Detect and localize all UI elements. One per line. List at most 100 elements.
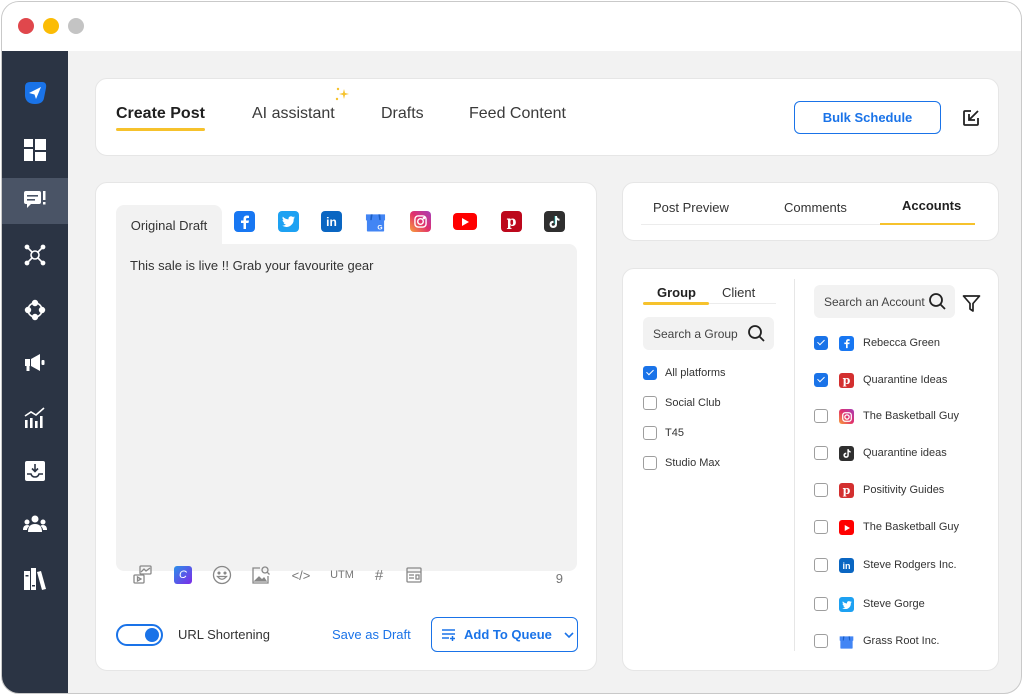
analytics-chart-icon	[24, 407, 45, 428]
sidebar-item-dashboard[interactable]	[2, 127, 68, 173]
group-label[interactable]: T45	[665, 427, 684, 439]
account-label[interactable]: The Basketball Guy	[863, 521, 959, 533]
search-icon[interactable]	[928, 292, 947, 311]
emoji-icon[interactable]	[211, 564, 233, 586]
group-checkbox[interactable]	[643, 456, 657, 470]
inbox-download-icon	[25, 461, 45, 481]
sidebar-item-analytics[interactable]	[2, 395, 68, 441]
maximize-window-button[interactable]	[68, 18, 84, 34]
account-label[interactable]: Steve Rodgers Inc.	[863, 559, 957, 571]
utm-icon[interactable]: UTM	[329, 564, 355, 586]
account-checkbox[interactable]	[814, 597, 828, 611]
post-editor: Original Draft in G p This sale is live …	[95, 182, 597, 671]
filter-icon[interactable]	[962, 294, 981, 313]
tab-post-preview[interactable]: Post Preview	[653, 200, 729, 215]
account-checkbox[interactable]	[814, 373, 828, 387]
account-label[interactable]: Positivity Guides	[863, 484, 944, 496]
group-search-input[interactable]: Search a Group	[643, 317, 774, 350]
youtube-icon[interactable]	[453, 213, 477, 230]
account-search-placeholder: Search an Account	[824, 294, 925, 309]
sidebar-item-inbox[interactable]	[2, 448, 68, 494]
account-checkbox[interactable]	[814, 520, 828, 534]
canva-icon[interactable]: C	[174, 566, 192, 584]
url-shortening-label: URL Shortening	[178, 627, 271, 642]
group-checkbox[interactable]	[643, 366, 657, 380]
sidebar-item-library[interactable]	[2, 556, 68, 602]
add-to-queue-button[interactable]: Add To Queue	[431, 617, 578, 652]
facebook-icon[interactable]	[234, 211, 255, 232]
twitter-icon	[839, 597, 854, 612]
tab-drafts[interactable]: Drafts	[381, 105, 424, 123]
group-search-placeholder: Search a Group	[653, 326, 738, 341]
character-count: 9	[555, 571, 563, 586]
media-icon[interactable]	[132, 564, 154, 586]
linkedin-icon[interactable]: in	[321, 211, 342, 232]
tab-ai-assistant[interactable]: AI assistant	[252, 105, 335, 123]
account-checkbox[interactable]	[814, 409, 828, 423]
tab-original-draft[interactable]: Original Draft	[116, 205, 222, 245]
accounts-panel: Group Client Search a Group All platform…	[622, 268, 999, 671]
tab-create-post[interactable]: Create Post	[116, 105, 205, 131]
account-label[interactable]: Grass Root Inc.	[863, 635, 939, 647]
code-icon[interactable]: </>	[290, 564, 312, 586]
account-checkbox[interactable]	[814, 483, 828, 497]
tiktok-icon[interactable]	[544, 211, 565, 232]
post-text-area[interactable]: This sale is live !! Grab your favourite…	[116, 244, 577, 586]
tab-accounts[interactable]: Accounts	[902, 198, 961, 213]
toggle-knob	[145, 628, 159, 642]
twitter-icon[interactable]	[278, 211, 299, 232]
collapse-arrow-icon[interactable]	[962, 109, 980, 127]
minimize-window-button[interactable]	[43, 18, 59, 34]
sidebar-item-connections[interactable]	[2, 287, 68, 333]
sidebar-item-posts[interactable]	[2, 178, 68, 224]
google-business-icon[interactable]: G	[365, 211, 386, 232]
account-checkbox[interactable]	[814, 634, 828, 648]
post-text[interactable]: This sale is live !! Grab your favourite…	[130, 258, 374, 273]
chevron-down-icon[interactable]	[564, 631, 574, 638]
image-search-icon[interactable]	[250, 564, 272, 586]
close-window-button[interactable]	[18, 18, 34, 34]
tab-comments[interactable]: Comments	[784, 200, 847, 215]
search-icon[interactable]	[747, 324, 766, 343]
template-icon[interactable]	[405, 564, 423, 586]
account-label[interactable]: Quarantine Ideas	[863, 374, 947, 386]
account-checkbox[interactable]	[814, 336, 828, 350]
pinterest-icon[interactable]: p	[501, 211, 522, 232]
post-message-icon	[24, 191, 46, 208]
url-shortening-toggle[interactable]	[116, 624, 163, 646]
account-label[interactable]: The Basketball Guy	[863, 410, 959, 422]
save-as-draft-button[interactable]: Save as Draft	[332, 627, 411, 642]
instagram-icon[interactable]	[410, 211, 431, 232]
tab-feed-content[interactable]: Feed Content	[469, 105, 566, 123]
group-label[interactable]: Studio Max	[665, 457, 720, 469]
paper-plane-icon	[25, 82, 47, 104]
sidebar-item-logo[interactable]	[2, 70, 68, 116]
connection-nodes-icon	[24, 299, 46, 321]
sidebar-item-network[interactable]	[2, 232, 68, 278]
tab-group[interactable]: Group	[657, 285, 696, 300]
account-search-input[interactable]: Search an Account	[814, 285, 955, 318]
hashtag-icon[interactable]: #	[372, 564, 386, 586]
bulk-schedule-button[interactable]: Bulk Schedule	[794, 101, 941, 134]
google-business-icon	[839, 634, 854, 649]
youtube-icon	[839, 520, 854, 535]
pinterest-icon: p	[839, 373, 854, 388]
group-label[interactable]: All platforms	[665, 367, 726, 379]
sidebar-item-team[interactable]	[2, 501, 68, 547]
queue-list-icon	[442, 628, 455, 641]
dashboard-grid-icon	[24, 139, 46, 161]
preview-tabs: Post Preview Comments Accounts	[622, 182, 999, 241]
account-label[interactable]: Rebecca Green	[863, 337, 940, 349]
tab-client[interactable]: Client	[722, 285, 755, 300]
add-to-queue-label: Add To Queue	[464, 627, 552, 642]
active-group-tab-indicator	[643, 302, 709, 305]
group-checkbox[interactable]	[643, 396, 657, 410]
account-label[interactable]: Steve Gorge	[863, 598, 925, 610]
group-checkbox[interactable]	[643, 426, 657, 440]
instagram-icon	[839, 409, 854, 424]
sidebar-item-campaigns[interactable]	[2, 340, 68, 386]
account-checkbox[interactable]	[814, 558, 828, 572]
account-label[interactable]: Quarantine ideas	[863, 447, 947, 459]
group-label[interactable]: Social Club	[665, 397, 721, 409]
account-checkbox[interactable]	[814, 446, 828, 460]
